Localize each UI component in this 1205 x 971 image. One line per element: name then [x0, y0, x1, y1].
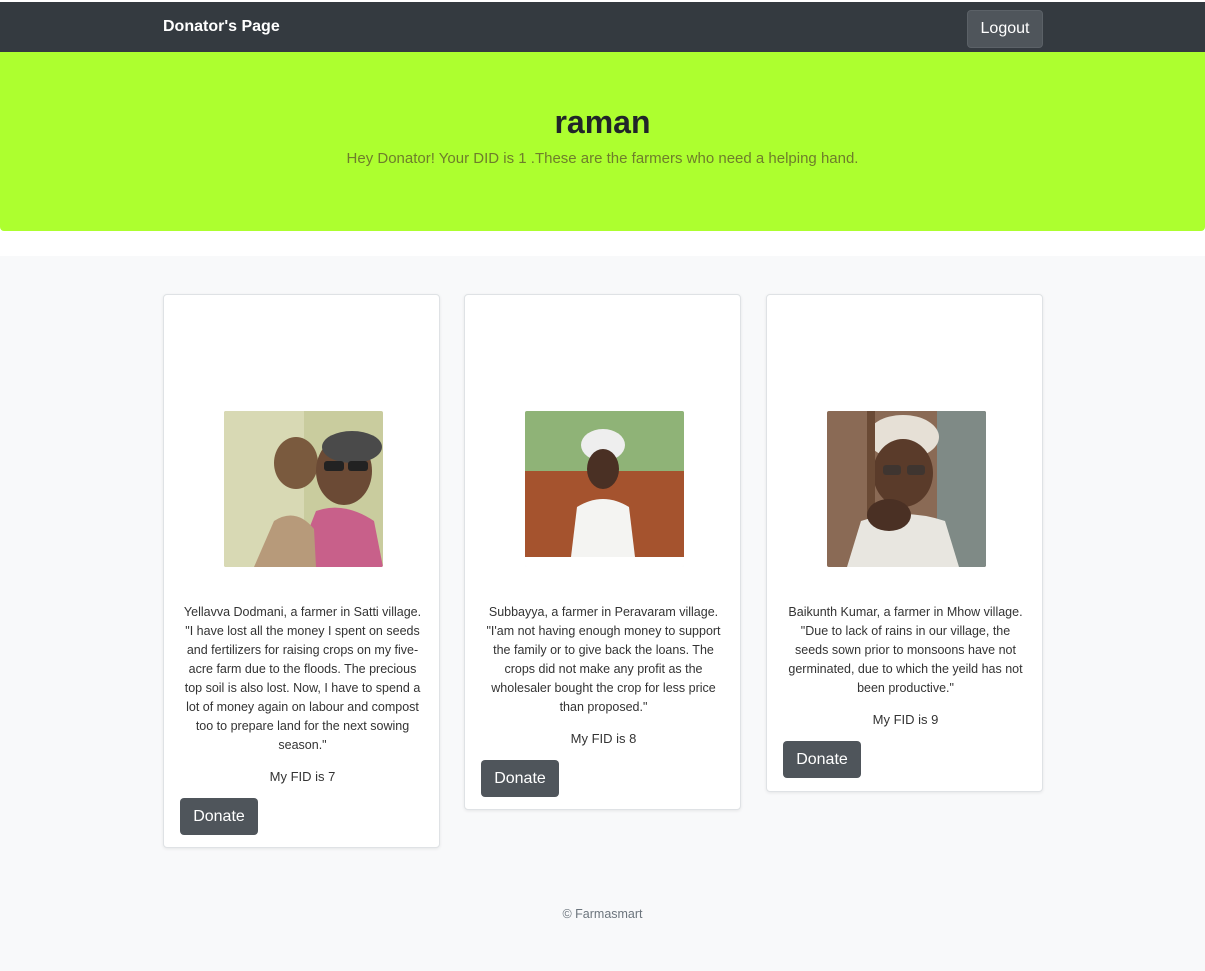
card-body: Yellavva Dodmani, a farmer in Satti vill… — [180, 603, 425, 835]
donate-button[interactable]: Donate — [783, 741, 861, 778]
farmer-photo — [827, 411, 986, 567]
farmer-story: Subbayya, a farmer in Peravaram village.… — [486, 605, 721, 714]
farmer-card: Subbayya, a farmer in Peravaram village.… — [464, 294, 741, 810]
card-body: Subbayya, a farmer in Peravaram village.… — [481, 603, 726, 797]
logout-button[interactable]: Logout — [967, 10, 1043, 48]
farmer-story: Baikunth Kumar, a farmer in Mhow village… — [788, 605, 1023, 695]
donator-name-heading: raman — [554, 104, 651, 140]
farmer-card: Baikunth Kumar, a farmer in Mhow village… — [766, 294, 1043, 792]
donate-button[interactable]: Donate — [481, 760, 559, 797]
navbar: Donator's Page Logout — [0, 2, 1205, 52]
farmers-album: Yellavva Dodmani, a farmer in Satti vill… — [0, 256, 1205, 971]
donate-button[interactable]: Donate — [180, 798, 258, 835]
jumbotron: raman Hey Donator! Your DID is 1 .These … — [0, 52, 1205, 231]
welcome-message: Hey Donator! Your DID is 1 .These are th… — [346, 150, 859, 167]
farmer-card: Yellavva Dodmani, a farmer in Satti vill… — [163, 294, 440, 848]
farmer-photo — [224, 411, 383, 567]
farmer-fid: My FID is 9 — [872, 712, 939, 727]
farmer-photo — [525, 411, 684, 567]
footer-copyright: © Farmasmart — [562, 907, 643, 921]
farmer-fid: My FID is 7 — [269, 769, 336, 784]
farmer-story: Yellavva Dodmani, a farmer in Satti vill… — [183, 605, 422, 752]
farmer-fid: My FID is 8 — [570, 731, 637, 746]
navbar-brand[interactable]: Donator's Page — [163, 18, 280, 36]
card-body: Baikunth Kumar, a farmer in Mhow village… — [783, 603, 1028, 778]
